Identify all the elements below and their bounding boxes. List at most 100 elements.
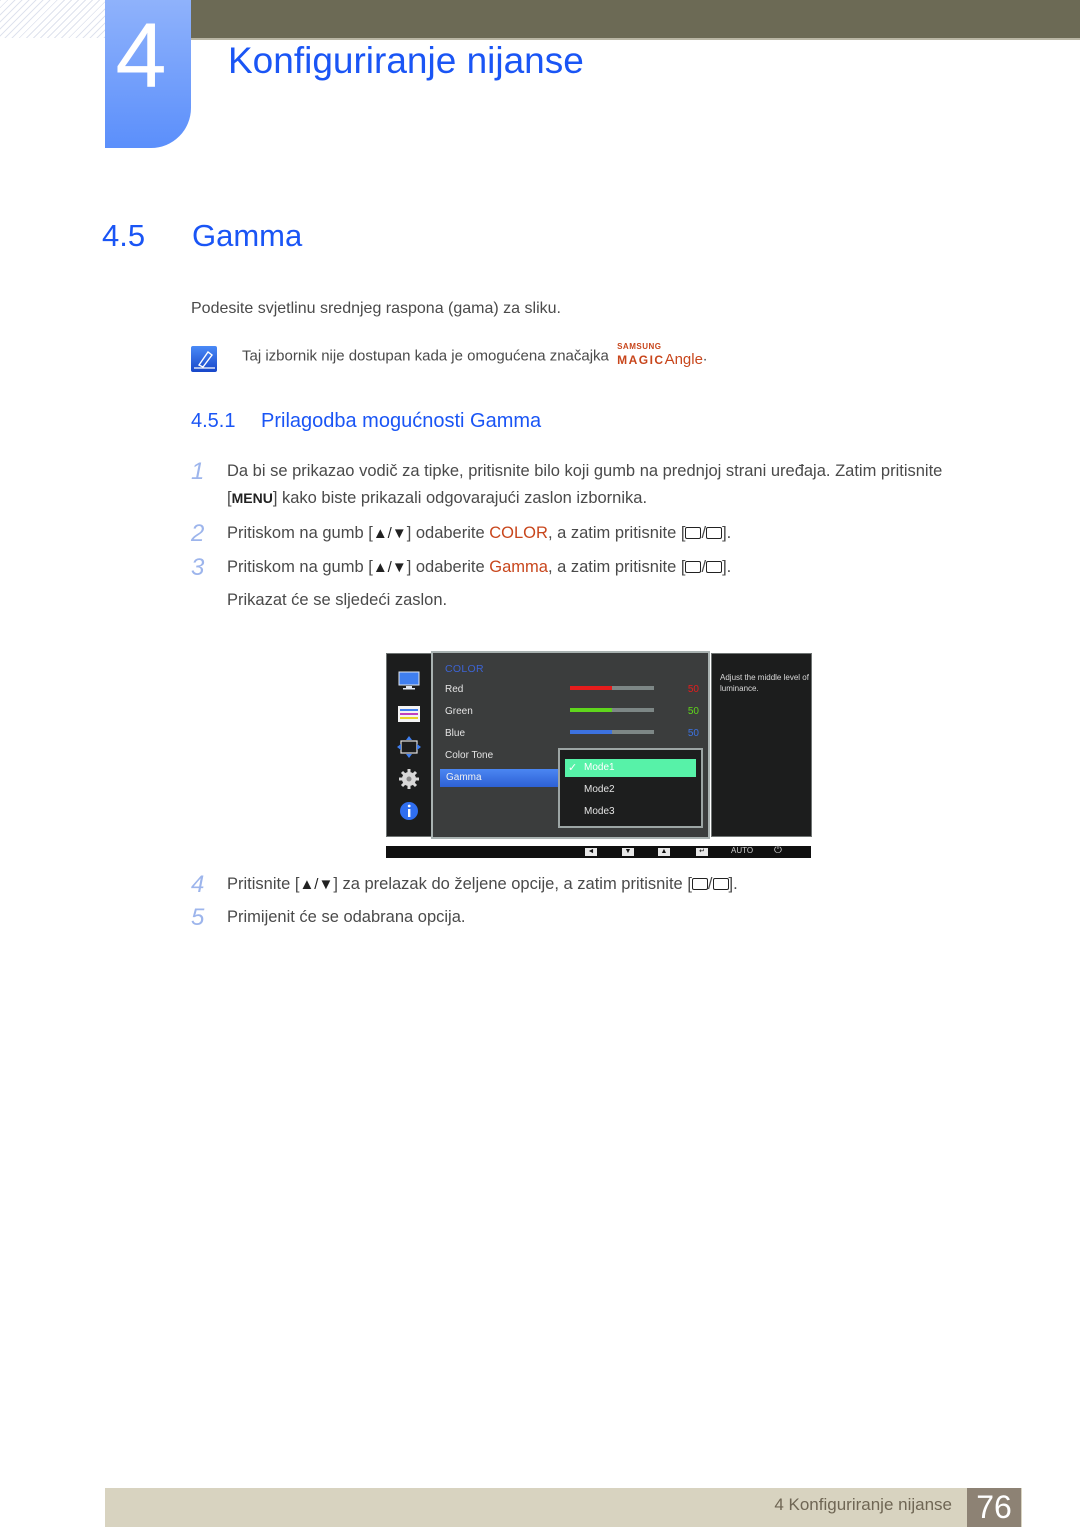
osd-item-color-tone[interactable]: Color Tone xyxy=(445,750,493,761)
up-button-icon[interactable]: ▲ xyxy=(658,848,670,856)
note-message: Taj izbornik nije dostupan kada je omogu… xyxy=(242,347,609,365)
section-intro: Podesite svjetlinu srednjeg raspona (gam… xyxy=(191,300,561,317)
section-number: 4.5 xyxy=(102,218,146,253)
up-down-arrows-icon: ▲/▼ xyxy=(372,525,407,542)
step-number: 3 xyxy=(191,554,205,581)
header-hatch-decoration xyxy=(0,0,106,38)
blue-slider[interactable] xyxy=(570,730,654,734)
osd-item-green[interactable]: Green xyxy=(445,706,473,717)
page-footer: 4 Konfiguriranje nijanse 76 xyxy=(105,1488,1022,1527)
osd-color-menu: COLOR Red 50 Green 50 Blue 50 Color Tone… xyxy=(431,651,710,839)
step-text-pre: Pritisnite [ xyxy=(227,875,300,893)
osd-item-red[interactable]: Red xyxy=(445,684,463,695)
step-number: 2 xyxy=(191,520,205,547)
size-position-icon xyxy=(397,736,421,758)
step-number: 1 xyxy=(191,458,205,485)
enter-button-icon xyxy=(706,527,723,539)
note-suffix: . xyxy=(702,347,708,365)
brand-samsung: SAMSUNG xyxy=(617,342,662,351)
red-value: 50 xyxy=(687,684,699,695)
blue-slider-fill xyxy=(570,730,612,734)
step-text-post: , a zatim pritisnite [ xyxy=(547,558,686,576)
left-button-icon[interactable]: ◄ xyxy=(585,848,597,856)
up-down-arrows-icon: ▲/▼ xyxy=(372,559,407,576)
osd-item-gamma[interactable]: Gamma xyxy=(440,769,560,787)
chapter-tab: 4 xyxy=(105,0,191,148)
osd-menu-heading: COLOR xyxy=(445,663,484,675)
chapter-title: Konfiguriranje nijanse xyxy=(228,40,584,81)
source-button-icon xyxy=(691,878,708,890)
source-button-icon xyxy=(685,561,702,573)
green-slider[interactable] xyxy=(570,708,654,712)
step-number: 4 xyxy=(191,871,205,898)
subsection-heading: 4.5.1 Prilagodba mogućnosti Gamma xyxy=(191,410,541,433)
subsection-number: 4.5.1 xyxy=(191,410,236,432)
step-text-mid: ] odaberite xyxy=(406,558,490,576)
auto-button[interactable]: AUTO xyxy=(731,846,753,855)
step-text-post: , a zatim pritisnite [ xyxy=(547,524,686,542)
option-label: Mode1 xyxy=(584,762,615,773)
step-text: Da bi se prikazao vodič za tipke, pritis… xyxy=(227,462,943,480)
highlight-gamma: Gamma xyxy=(489,558,548,576)
step-text: Pritisnite [▲/▼] za prelazak do željene … xyxy=(227,875,738,893)
enter-button-icon xyxy=(712,878,729,890)
option-label: Mode2 xyxy=(584,784,615,795)
osd-help-panel: Adjust the middle level of luminance. xyxy=(711,653,812,837)
enter-button-icon[interactable]: ↵ xyxy=(696,848,708,856)
osd-item-blue[interactable]: Blue xyxy=(445,728,465,739)
highlight-color: COLOR xyxy=(489,524,548,542)
gamma-option-mode3[interactable]: Mode3 xyxy=(565,803,696,821)
step-text-line2: [MENU] kako biste prikazali odgovarajući… xyxy=(227,489,648,507)
check-icon: ✓ xyxy=(568,762,578,774)
green-slider-fill xyxy=(570,708,612,712)
osd-help-text: Adjust the middle level of luminance. xyxy=(720,673,809,693)
footer-chapter-label: 4 Konfiguriranje nijanse xyxy=(774,1495,952,1514)
red-slider-fill xyxy=(570,686,612,690)
osd-button-guide: ◄ ▼ ▲ ↵ AUTO ⏻ xyxy=(386,845,811,858)
option-label: Mode3 xyxy=(584,806,615,817)
down-button-icon[interactable]: ▼ xyxy=(622,848,634,856)
monitor-osd-screenshot: COLOR Red 50 Green 50 Blue 50 Color Tone… xyxy=(386,651,812,859)
step-text: Pritiskom na gumb [▲/▼] odaberite Gamma,… xyxy=(227,558,732,576)
gear-icon xyxy=(399,769,419,789)
step-result-text: Prikazat će se sljedeći zaslon. xyxy=(227,591,448,609)
step-text-cont: kako biste prikazali odgovarajući zaslon… xyxy=(282,489,648,507)
page-number: 76 xyxy=(976,1489,1012,1525)
brand-feature: Angle xyxy=(664,351,703,368)
osd-item-label: Red xyxy=(445,684,464,695)
chapter-number: 4 xyxy=(115,5,167,107)
gamma-option-mode2[interactable]: Mode2 xyxy=(565,781,696,799)
gamma-options-popup: ✓ Mode1 Mode2 Mode3 xyxy=(558,748,703,828)
note-pencil-icon xyxy=(191,346,217,372)
enter-button-icon xyxy=(706,561,723,573)
osd-item-label: Gamma xyxy=(446,772,482,783)
source-button-icon xyxy=(685,527,702,539)
gamma-option-mode1[interactable]: ✓ Mode1 xyxy=(565,759,696,777)
page-number-box: 76 xyxy=(967,1488,1021,1527)
power-icon[interactable]: ⏻ xyxy=(774,845,782,856)
step-text: Primijenit će se odabrana opcija. xyxy=(227,908,466,926)
subsection-title: Prilagodba mogućnosti Gamma xyxy=(261,410,542,432)
color-settings-icon xyxy=(398,706,420,722)
step-text: Pritiskom na gumb [▲/▼] odaberite COLOR,… xyxy=(227,524,732,542)
osd-item-label: Color Tone xyxy=(445,750,494,761)
magic-angle-brand: SAMSUNG MAGICAngle xyxy=(617,342,703,368)
up-down-arrows-icon: ▲/▼ xyxy=(299,876,334,893)
note-text: Taj izbornik nije dostupan kada je omogu… xyxy=(242,342,708,368)
step-number: 5 xyxy=(191,904,205,931)
osd-side-menu xyxy=(386,653,432,837)
monitor-icon xyxy=(398,671,420,690)
osd-item-label: Green xyxy=(445,706,473,717)
info-icon xyxy=(400,802,418,820)
header-bar xyxy=(160,0,1080,40)
section-title: Gamma xyxy=(192,218,303,253)
blue-value: 50 xyxy=(687,728,699,739)
menu-key: MENU xyxy=(231,490,273,506)
step-text-mid: ] za prelazak do željene opcije, a zatim… xyxy=(333,875,692,893)
section-heading: 4.5 Gamma xyxy=(102,218,302,254)
step-text-mid: ] odaberite xyxy=(406,524,490,542)
step-text-pre: Pritiskom na gumb [ xyxy=(227,558,373,576)
red-slider[interactable] xyxy=(570,686,654,690)
osd-item-label: Blue xyxy=(445,728,466,739)
green-value: 50 xyxy=(687,706,699,717)
